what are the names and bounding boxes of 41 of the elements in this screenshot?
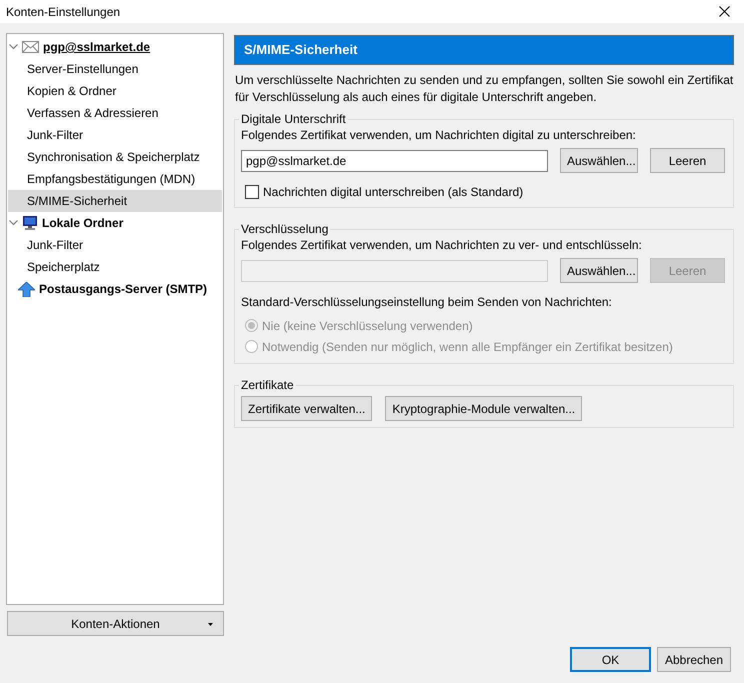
policy-label: Standard-Verschlüsselungseinstellung beim Senden von Nachrichten: [241, 295, 613, 309]
certificate-field[interactable]: pgp@sslmarket.de [241, 150, 548, 172]
group-legend: Zertifikate [239, 378, 296, 392]
chevron-down-icon[interactable] [9, 44, 18, 50]
tree-item[interactable]: Server-Einstellungen [8, 58, 222, 80]
checkbox[interactable] [245, 185, 259, 199]
account-actions-button[interactable]: Konten-Aktionen [7, 611, 224, 636]
dialog-button[interactable]: OK [570, 647, 651, 672]
dropdown-arrow-icon [208, 623, 213, 626]
upload-arrow-icon [18, 282, 35, 296]
manage-button[interactable]: Zertifikate verwalten... [241, 396, 372, 421]
dialog-button[interactable]: Abbrechen [657, 647, 731, 672]
tree-item[interactable]: S/MIME-Sicherheit [8, 190, 222, 212]
tree-item[interactable]: Verfassen & Adressieren [8, 102, 222, 124]
window-title: Konten-Einstellungen [6, 4, 120, 18]
tree-item[interactable]: Empfangsbestätigungen (MDN) [8, 168, 222, 190]
section-header: S/MIME-Sicherheit [234, 35, 734, 65]
tree-item[interactable]: Kopien & Ordner [8, 80, 222, 102]
chevron-down-icon[interactable] [9, 220, 18, 226]
group-legend: Digitale Unterschrift [239, 112, 348, 126]
envelope-icon [22, 41, 39, 53]
field-label: Folgendes Zertifikat verwenden, um Nachrichten digital zu unterschreiben: [241, 128, 637, 142]
action-button[interactable]: Auswählen... [560, 148, 638, 173]
action-button[interactable]: Auswählen... [560, 258, 638, 283]
description-text: Um verschlüsselte Nachrichten zu senden und zu empfangen, sollten Sie sowohl ein Zertifikat für Verschlüsselung als auch eines für digitale Unterschrift angeben. [235, 72, 734, 106]
tree-item[interactable]: Junk-Filter [8, 124, 222, 146]
manage-button[interactable]: Kryptographie-Module verwalten... [385, 396, 582, 421]
account-name[interactable]: Postausgangs-Server (SMTP) [39, 282, 208, 296]
action-button[interactable]: Leeren [650, 148, 725, 173]
tree-item[interactable]: Synchronisation & Speicherplatz [8, 146, 222, 168]
computer-icon [22, 215, 38, 231]
tree-item[interactable]: Junk-Filter [8, 234, 222, 256]
close-icon[interactable] [719, 6, 730, 17]
field-label: Folgendes Zertifikat verwenden, um Nachrichten zu ver- und entschlüsseln: [241, 238, 643, 252]
account-name[interactable]: pgp@sslmarket.de [43, 40, 150, 54]
checkbox-label: Nachrichten digital unterschreiben (als Standard) [263, 185, 524, 199]
radio-label: Notwendig (Senden nur möglich, wenn alle Empfänger ein Zertifikat besitzen) [262, 340, 673, 354]
radio-label: Nie (keine Verschlüsselung verwenden) [262, 318, 473, 332]
account-name[interactable]: Lokale Ordner [42, 216, 124, 230]
group-legend: Verschlüsselung [239, 222, 330, 236]
tree-item[interactable]: Speicherplatz [8, 256, 222, 278]
